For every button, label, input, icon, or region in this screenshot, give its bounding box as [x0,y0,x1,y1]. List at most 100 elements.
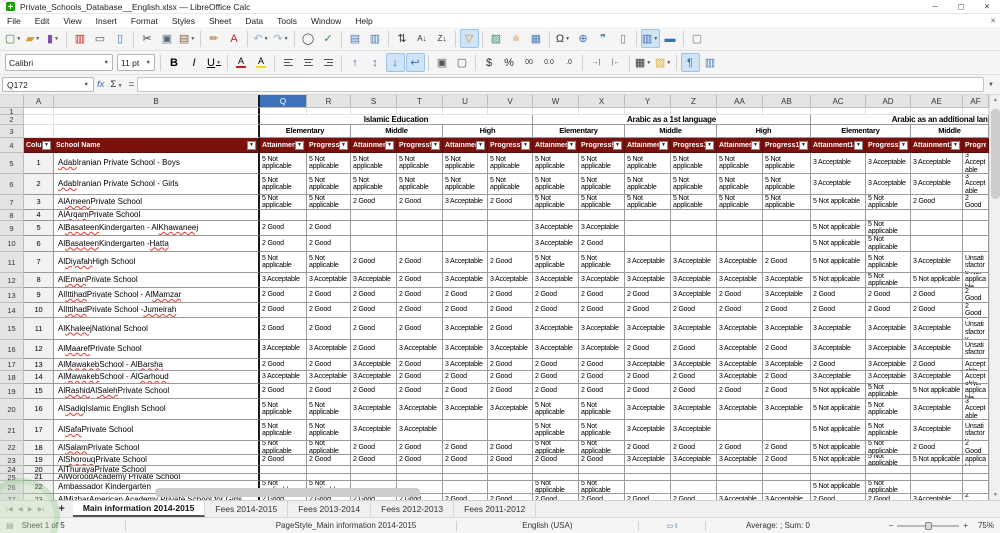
rating-cell[interactable]: 5 Not applicable [963,455,989,466]
rating-cell[interactable]: 2 Good [625,340,671,359]
rating-cell[interactable] [911,236,963,252]
filter-header-AA[interactable]: Attainment12▼ [717,138,763,153]
rating-cell[interactable]: 3 Acceptable [811,340,866,359]
rating-cell[interactable]: 3 Acceptable [963,371,989,384]
rating-cell[interactable] [763,474,811,481]
filter-header-AE[interactable]: Attainment16▼ [911,138,963,153]
save-icon[interactable]: ▮ ▼ [44,29,63,48]
school-name-cell[interactable]: Adab Iranian Private School - Girls [54,174,260,195]
row-header-23[interactable]: 23 [0,455,24,466]
column-header-AB[interactable]: AB [763,95,811,108]
menu-item-insert[interactable]: Insert [89,14,124,27]
clone-formatting-icon[interactable]: ✏ [205,29,224,48]
rating-cell[interactable] [307,210,351,221]
autofilter-dropdown-icon[interactable]: ▼ [567,140,576,150]
rating-cell[interactable] [397,221,443,236]
rating-cell[interactable]: 3 Acceptable [717,359,763,371]
rating-cell[interactable] [763,420,811,441]
rating-cell[interactable]: 3 Acceptable [717,318,763,340]
rating-cell[interactable]: 5 Not applicable [911,273,963,288]
menu-item-styles[interactable]: Styles [165,14,202,27]
school-name-cell[interactable]: Al Shorouq Private School [54,455,260,466]
rating-cell[interactable]: 2 Good [260,359,307,371]
rating-cell[interactable]: 2 Good [963,288,989,303]
rating-cell[interactable] [351,221,397,236]
autofilter-dropdown-icon[interactable]: ▼ [295,140,304,150]
school-name-cell[interactable]: Al Mawakeb School - Al Barsha [54,359,260,371]
row-header-21[interactable]: 21 [0,420,24,441]
zoom-in-icon[interactable]: + [963,521,968,530]
rating-cell[interactable]: 4 Unsatisfactory [963,318,989,340]
sidebar-icon[interactable]: ▥ [701,53,720,72]
school-name-cell[interactable]: Al Salam Private School [54,441,260,455]
rating-cell[interactable]: 3 Acceptable [717,455,763,466]
insert-chart-icon[interactable]: ılı [507,29,526,48]
rating-cell[interactable]: 5 Not applicable [866,273,911,288]
filter-header-Z[interactable]: Progress11▼ [671,138,717,153]
rating-cell[interactable]: 2 Good [307,236,351,252]
school-name-cell[interactable]: Al Basateen Kindergarten - Hatta [54,236,260,252]
vertical-scroll-thumb[interactable] [991,109,1000,199]
rating-cell[interactable]: 3 Acceptable [911,494,963,500]
rating-cell[interactable]: 2 Good [397,303,443,318]
rating-cell[interactable]: 5 Not applicable [260,252,307,273]
rating-cell[interactable] [443,474,488,481]
align-top-icon[interactable]: ↑ [346,53,365,72]
rating-cell[interactable]: 5 Not applicable [911,384,963,399]
school-name-cell[interactable]: Al Eman Private School [54,273,260,288]
rating-cell[interactable]: 2 Good [763,371,811,384]
copy-icon[interactable]: ▣ [158,29,177,48]
rating-cell[interactable]: 2 Good [351,318,397,340]
rating-cell[interactable] [579,466,625,474]
rating-cell[interactable]: 5 Not applicable [260,195,307,210]
rating-cell[interactable] [488,420,533,441]
row-header-12[interactable]: 12 [0,273,24,288]
rating-cell[interactable]: 2 Good [351,303,397,318]
print-icon[interactable]: ▭ [91,29,110,48]
rating-cell[interactable]: 2 Good [351,288,397,303]
row-header-9[interactable]: 9 [0,221,24,236]
open-icon[interactable]: ▰ ▼ [24,29,43,48]
rating-cell[interactable] [625,236,671,252]
rating-cell[interactable]: 2 Good [963,441,989,455]
rating-cell[interactable]: 2 Good [443,288,488,303]
rating-cell[interactable] [488,481,533,494]
rating-cell[interactable]: 5 Not applicable [811,481,866,494]
insert-image-icon[interactable]: ▨ [487,29,506,48]
school-number-cell[interactable]: 4 [24,210,54,221]
cell-B1[interactable] [54,108,260,115]
cell-W1[interactable] [533,108,579,115]
rating-cell[interactable]: 2 Good [397,288,443,303]
rating-cell[interactable]: 5 Not applicable [671,153,717,174]
cell-A1[interactable] [24,108,54,115]
freeze-panes-icon[interactable]: ▥ ▼ [640,29,660,48]
rating-cell[interactable]: 4 Unsatisfactory [963,340,989,359]
rating-cell[interactable]: 3 Acceptable [811,153,866,174]
rating-cell[interactable]: 3 Acceptable [625,252,671,273]
rating-cell[interactable] [488,210,533,221]
rating-cell[interactable]: 5 Not applicable [811,455,866,466]
school-number-cell[interactable]: 7 [24,252,54,273]
rating-cell[interactable] [625,466,671,474]
font-size-combo[interactable]: 11 pt ▼ [117,54,155,71]
clear-formatting-icon[interactable]: A [225,29,244,48]
column-header-AF[interactable]: AF [963,95,989,108]
rating-cell[interactable]: 5 Not applicable [307,153,351,174]
rating-cell[interactable]: 3 Acceptable [625,420,671,441]
cell-S1[interactable] [351,108,397,115]
rating-cell[interactable]: 2 Good [397,441,443,455]
rating-cell[interactable]: 2 Good [671,494,717,500]
rating-cell[interactable]: 5 Not applicable [260,441,307,455]
school-name-cell[interactable]: Al Ittihad Private School - Jumeirah [54,303,260,318]
autofilter-dropdown-icon[interactable]: ▼ [751,140,760,150]
rating-cell[interactable]: 3 Acceptable [911,153,963,174]
rating-cell[interactable]: 2 Good [911,195,963,210]
rating-cell[interactable]: 5 Not applicable [533,195,579,210]
rating-cell[interactable] [397,210,443,221]
rating-cell[interactable]: 2 Good [866,288,911,303]
rating-cell[interactable]: 2 Good [717,288,763,303]
menu-item-sheet[interactable]: Sheet [202,14,238,27]
rating-cell[interactable] [671,221,717,236]
rating-cell[interactable] [963,210,989,221]
column-header-S[interactable]: S [351,95,397,108]
